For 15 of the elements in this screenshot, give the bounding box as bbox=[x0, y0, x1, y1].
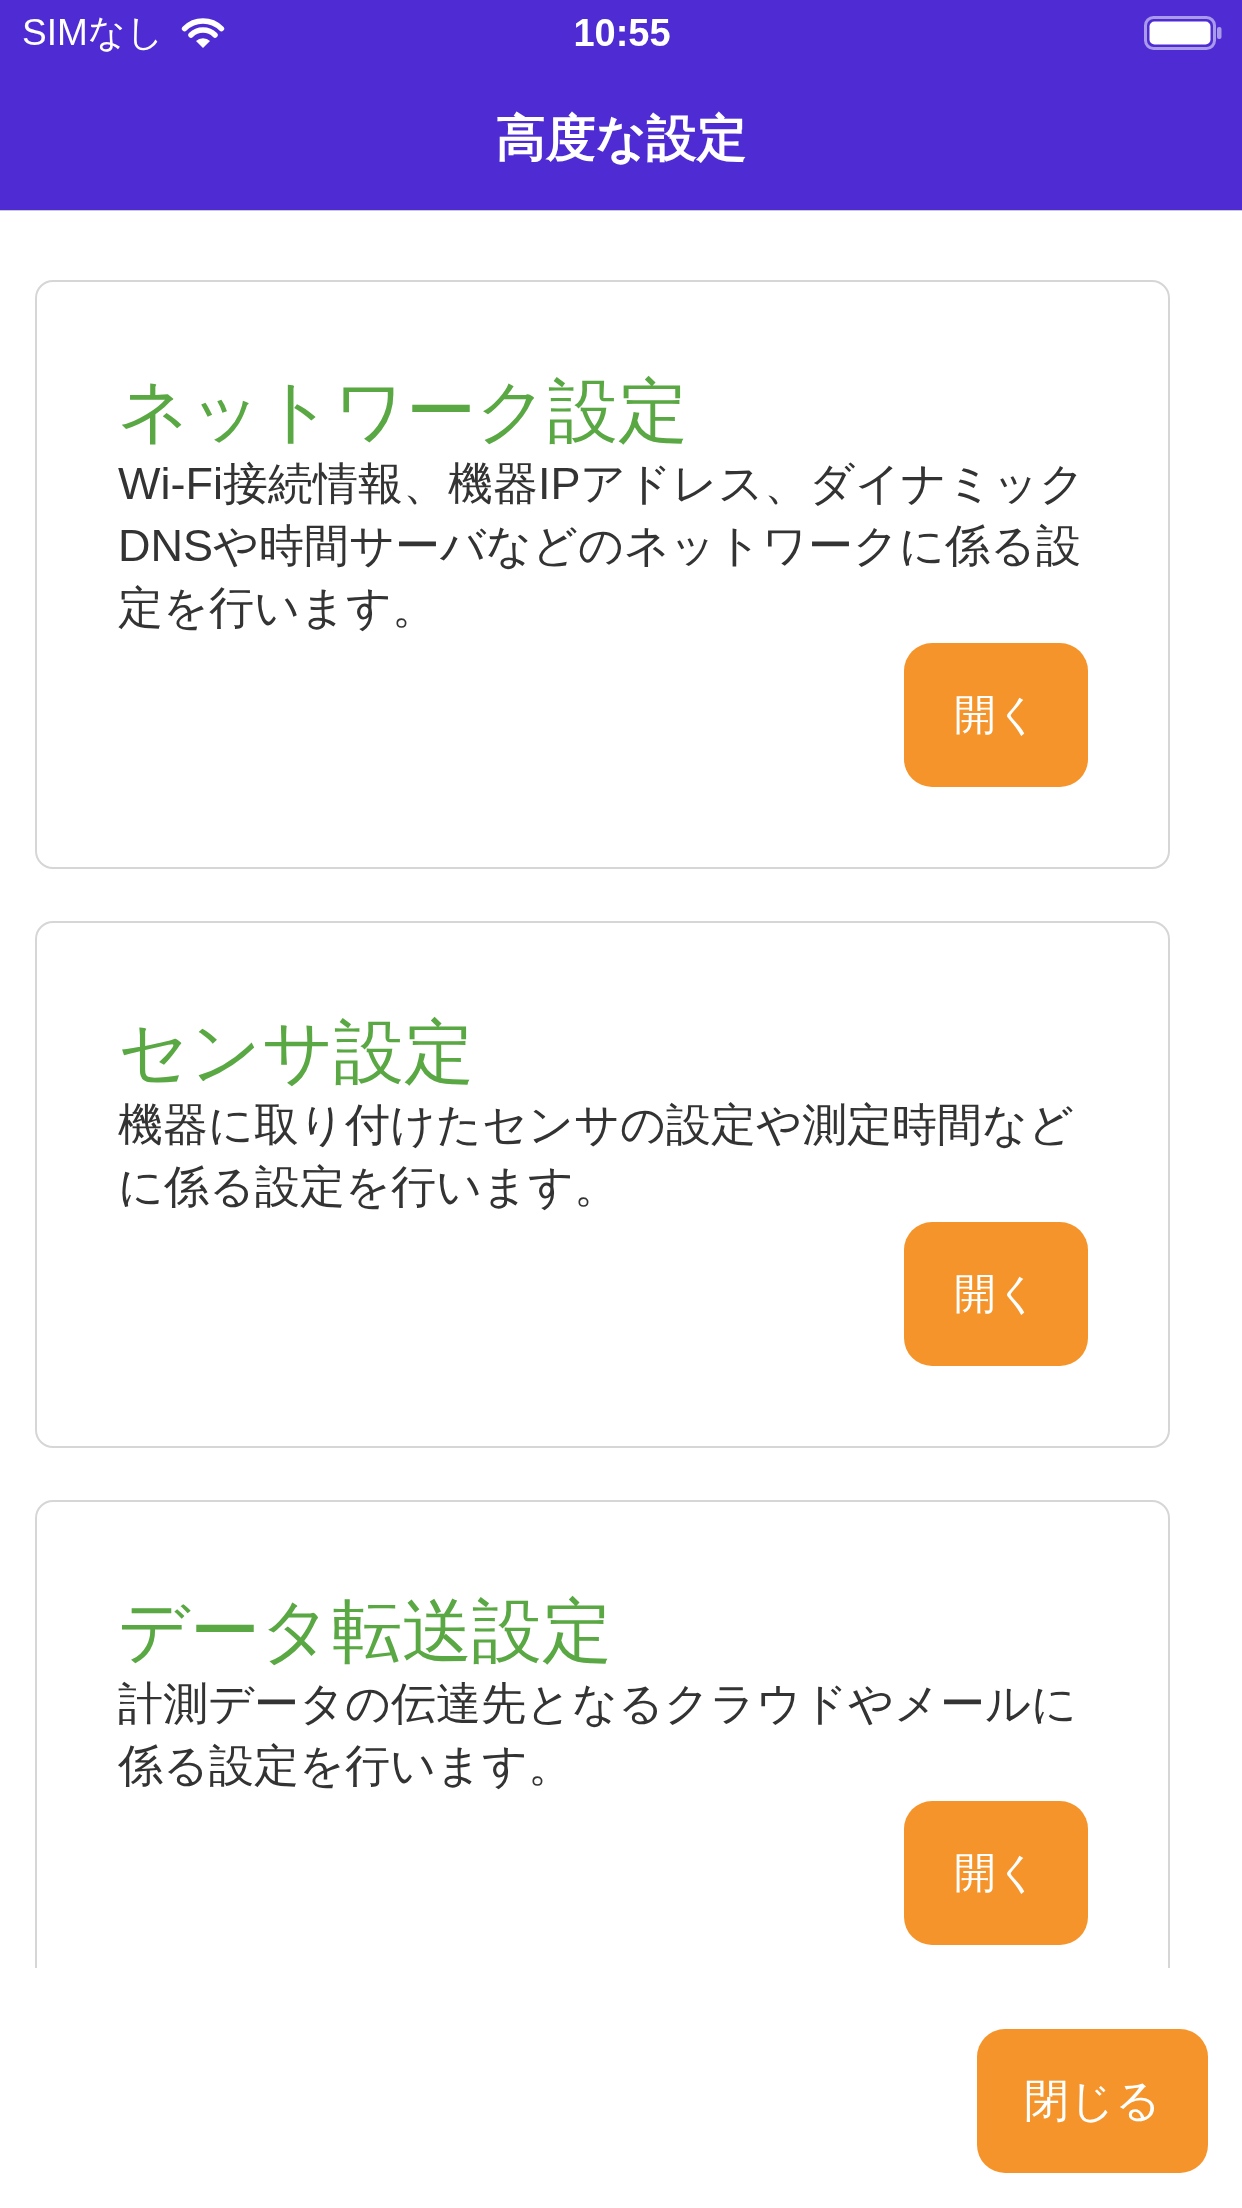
screen-title: 高度な設定 bbox=[495, 108, 747, 168]
card-title: ネットワーク設定 bbox=[118, 371, 689, 452]
open-button[interactable]: 開く bbox=[904, 1222, 1088, 1366]
card-description: 計測データの伝達先となるクラウドやメールに係る設定を行います。 bbox=[118, 1677, 1078, 1793]
status-time: 10:55 bbox=[573, 11, 671, 55]
open-button[interactable]: 開く bbox=[904, 643, 1088, 787]
carrier-label: SIMなし bbox=[22, 11, 164, 55]
card-title: センサ設定 bbox=[118, 1012, 475, 1093]
wifi-icon bbox=[179, 16, 226, 50]
card-title: データ転送設定 bbox=[118, 1591, 613, 1672]
close-button[interactable]: 閉じる bbox=[977, 2029, 1208, 2173]
card-description: 機器に取り付けたセンサの設定や測定時間などに係る設定を行います。 bbox=[118, 1098, 1075, 1214]
card-description: Wi-Fi接続情報、機器IPアドレス、ダイナミックDNSや時間サーバなどのネットワークに係る設定を行います。 bbox=[118, 457, 1087, 635]
open-button[interactable]: 開く bbox=[904, 1801, 1088, 1945]
battery-icon bbox=[1144, 16, 1222, 50]
